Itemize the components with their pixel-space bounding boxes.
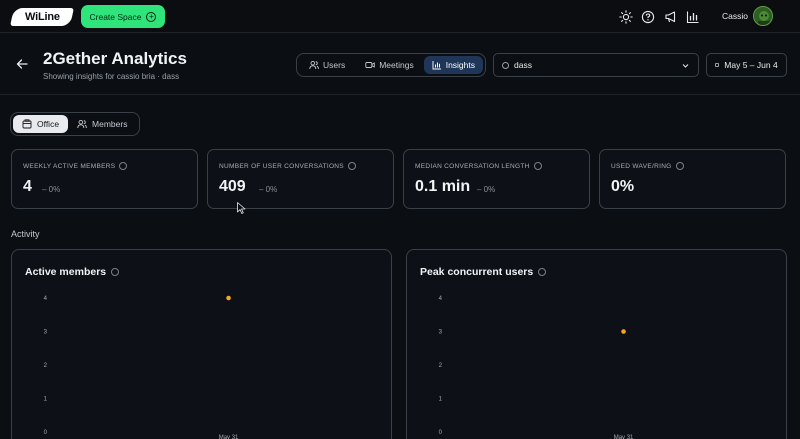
- date-range-picker[interactable]: May 5 – Jun 4: [706, 53, 787, 77]
- tab-users-label: Users: [323, 60, 346, 70]
- metric-value: 0%: [611, 178, 635, 195]
- metric-label-text: Used wave/ring: [611, 162, 672, 170]
- x-tick-label: May 31: [219, 435, 239, 439]
- logo[interactable]: WiLine: [10, 8, 74, 26]
- y-tick-label: 3: [439, 330, 443, 336]
- header-divider: [0, 94, 800, 95]
- chevron-down-icon: [682, 63, 689, 68]
- metric-label-text: Number of user conversations: [219, 162, 344, 170]
- tab-meetings-label: Meetings: [379, 60, 414, 70]
- users-icon: [309, 60, 319, 70]
- metric-delta: – 0%: [477, 185, 496, 194]
- create-space-label: Create Space: [89, 11, 142, 22]
- space-dot-icon: [502, 61, 509, 69]
- metric-label: Median conversation length: [415, 162, 542, 170]
- page-subtitle: Showing insights for cassio bria · dass: [43, 72, 180, 81]
- sun-icon[interactable]: [619, 10, 633, 24]
- mouse-cursor-icon: [237, 202, 246, 214]
- chart-card-peak-concurrent-users: Peak concurrent users 0 1 2 3 4 May 31: [406, 249, 787, 439]
- metric-label: Weekly active members: [23, 162, 128, 170]
- activity-heading: Activity: [11, 229, 40, 239]
- y-tick-label: 1: [44, 397, 48, 403]
- y-tick-label: 0: [439, 430, 443, 436]
- space-select[interactable]: dass: [493, 53, 699, 77]
- back-arrow-icon[interactable]: [16, 58, 28, 70]
- tab-insights[interactable]: Insights: [423, 56, 483, 74]
- office-members-toggle: Office Members: [10, 112, 140, 136]
- announcement-icon[interactable]: [664, 10, 678, 24]
- plus-circle-icon: +: [146, 11, 157, 22]
- metric-card-median-conversation-length: Median conversation length 0.1 min – 0%: [403, 149, 590, 209]
- info-icon[interactable]: [347, 162, 356, 170]
- space-select-value: dass: [514, 60, 532, 70]
- metric-value: 0.1 min: [415, 178, 471, 195]
- calendar-icon: [715, 63, 720, 67]
- avatar-image: [754, 7, 772, 25]
- metric-value: 4: [23, 178, 32, 195]
- x-tick-label: May 31: [614, 435, 634, 439]
- tab-meetings[interactable]: Meetings: [357, 56, 422, 74]
- y-tick-label: 4: [44, 296, 48, 302]
- toggle-members-label: Members: [92, 119, 128, 129]
- bar-chart-icon[interactable]: [686, 10, 700, 24]
- info-icon[interactable]: [675, 162, 684, 170]
- metric-label: Used wave/ring: [611, 162, 684, 170]
- y-tick-label: 4: [439, 296, 443, 302]
- office-icon: [22, 119, 32, 129]
- y-tick-label: 2: [44, 363, 48, 369]
- metric-value: 409: [219, 178, 246, 195]
- help-icon[interactable]: [641, 10, 655, 24]
- metric-card-weekly-active-members: Weekly active members 4 – 0%: [11, 149, 198, 209]
- y-tick-label: 3: [44, 330, 48, 336]
- y-tick-label: 2: [439, 363, 443, 369]
- y-tick-label: 1: [439, 397, 443, 403]
- date-range-label: May 5 – Jun 4: [724, 60, 778, 70]
- avatar[interactable]: [753, 6, 773, 26]
- video-icon: [365, 62, 375, 68]
- metric-card-user-conversations: Number of user conversations 409 – 0%: [207, 149, 394, 209]
- page-title: 2Gether Analytics: [43, 49, 187, 68]
- metric-label: Number of user conversations: [219, 162, 356, 170]
- y-tick-label: 0: [44, 430, 48, 436]
- create-space-button[interactable]: Create Space +: [81, 5, 165, 28]
- toggle-members[interactable]: Members: [68, 115, 136, 133]
- info-icon[interactable]: [119, 162, 128, 170]
- metric-label-text: Median conversation length: [415, 162, 530, 170]
- metric-delta: – 0%: [259, 185, 278, 194]
- logo-badge: WiLine: [10, 8, 74, 26]
- user-name[interactable]: Cassio: [722, 11, 748, 21]
- info-icon[interactable]: [533, 162, 542, 170]
- metric-delta: – 0%: [42, 185, 61, 194]
- toggle-office-label: Office: [37, 119, 60, 129]
- data-point: [226, 295, 231, 301]
- data-point: [621, 329, 626, 334]
- metric-card-used-wave-ring: Used wave/ring 0%: [599, 149, 786, 209]
- members-icon: [77, 119, 87, 129]
- metric-label-text: Weekly active members: [23, 162, 116, 170]
- active-members-chart: 0 1 2 3 4 May 31: [44, 295, 239, 439]
- peak-concurrent-users-chart: 0 1 2 3 4 May 31: [439, 296, 634, 439]
- toggle-office[interactable]: Office: [13, 115, 69, 133]
- view-tabs: Users Meetings Insights: [296, 53, 486, 77]
- logo-text: WiLine: [24, 11, 60, 23]
- tab-users[interactable]: Users: [301, 56, 353, 74]
- top-bar: WiLine Create Space + Cassio: [0, 0, 800, 33]
- tab-insights-label: Insights: [445, 60, 475, 70]
- chart-card-active-members: Active members 0 1 2 3 4 May 31: [11, 249, 392, 439]
- bar-chart-icon: [432, 61, 441, 70]
